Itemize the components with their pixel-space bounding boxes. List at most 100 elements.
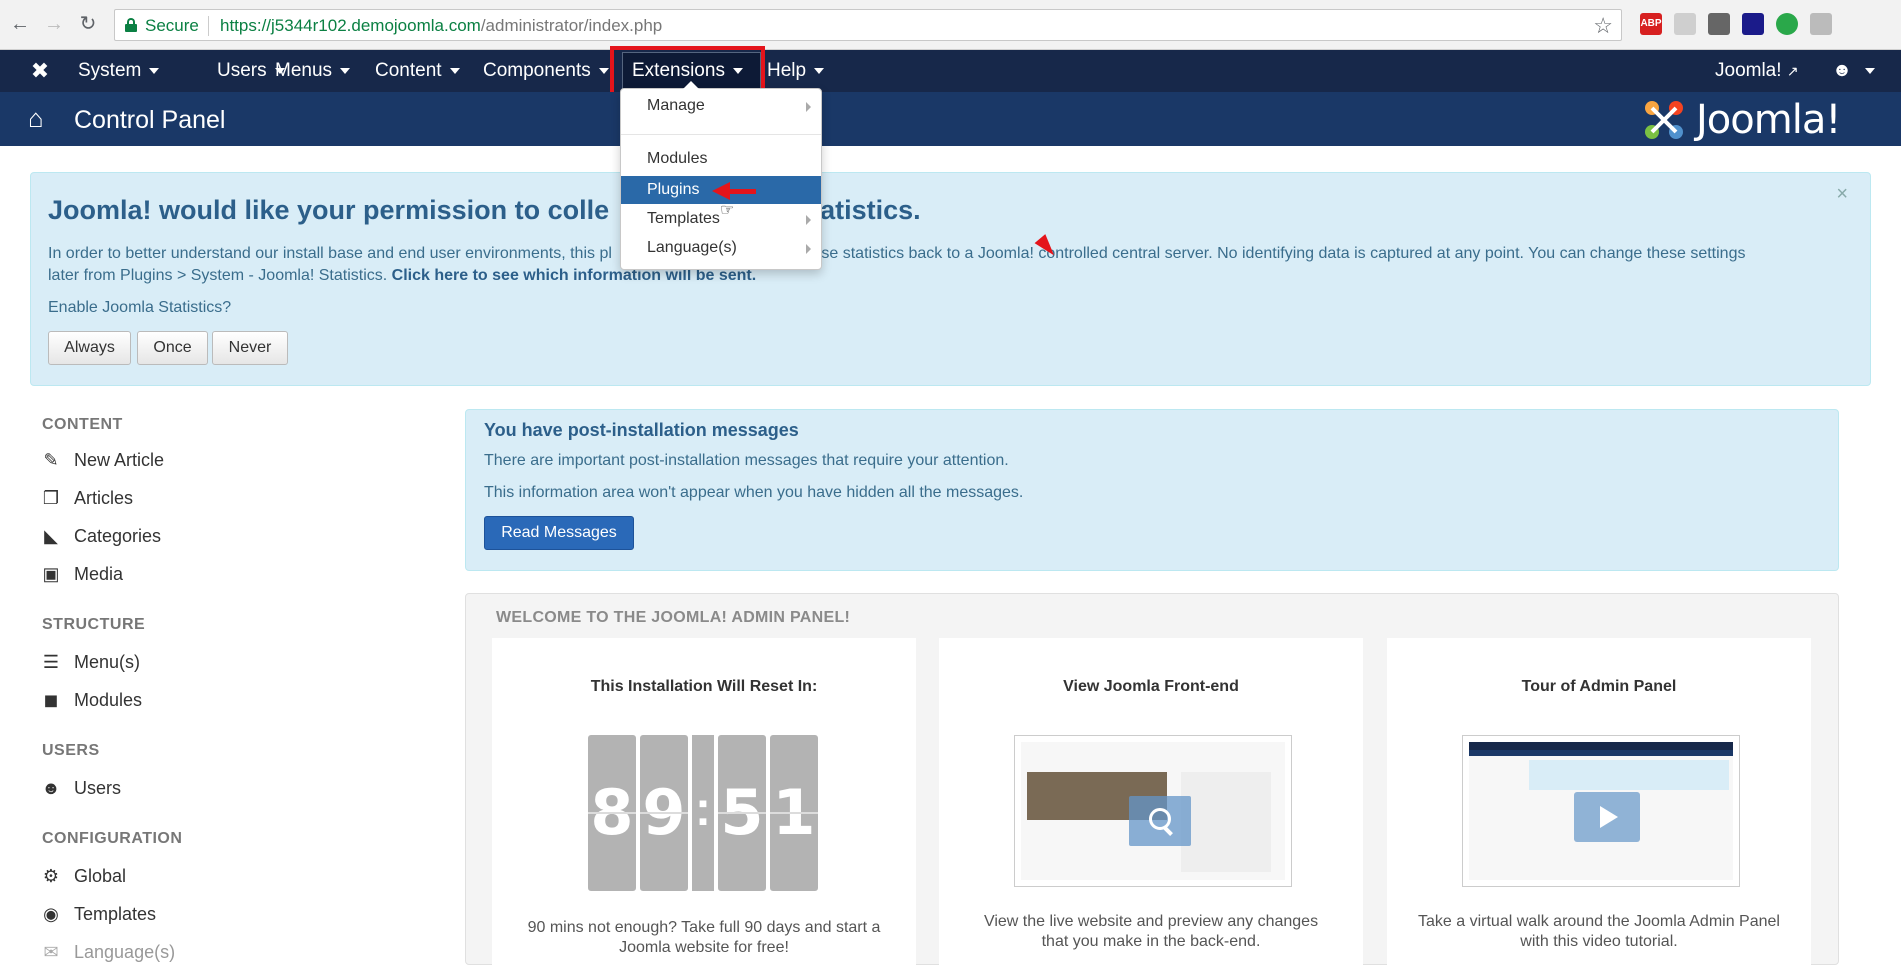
countdown-digit: 8 [588,735,636,891]
cube-icon: ◼ [43,690,59,710]
hand-cursor-icon: ☞ [720,202,735,219]
tour-card[interactable]: Tour of Admin Panel Take a virtual walk … [1387,638,1811,965]
menu-label: System [78,60,142,81]
page-header: ⌂ Control Panel Joomla! [0,92,1901,146]
statistics-alert: Joomla! would like your permission to co… [30,172,1871,386]
close-icon[interactable]: × [1836,183,1848,206]
sidebar-item-languages[interactable]: ✉ Language(s) [40,942,175,965]
browser-toolbar: ← → ↻ Secure https://j5344r102.demojooml… [0,0,1901,50]
card-text: Take a virtual walk around the Joomla Ad… [1418,913,1780,950]
sidebar-item-modules[interactable]: ◼ Modules [40,690,143,716]
extension-icon[interactable] [1810,13,1832,35]
alert-body-right: nd those statistics back to a Joomla! co… [776,245,1746,262]
alert-title-left: Joomla! would like your permission to co… [48,195,610,225]
annotation-arrow [712,182,756,200]
url-divider [208,16,209,36]
url-text[interactable]: https://j5344r102.demojoomla.com/adminis… [220,16,662,36]
dropdown-item-modules[interactable]: Modules [621,145,821,173]
url-scheme: https:// [220,16,272,35]
back-icon[interactable]: ← [8,12,32,36]
caret-down-icon [598,67,609,74]
list-icon: ☰ [42,652,60,672]
dropdown-item-label: Templates [647,210,720,227]
brand-logo: Joomla! [1640,97,1870,143]
read-messages-button[interactable]: Read Messages [484,516,634,550]
forward-icon[interactable]: → [42,12,66,36]
menu-label: Users [217,60,267,81]
sidebar-item-categories[interactable]: ◣ Categories [40,526,161,552]
caret-right-icon [806,215,811,225]
tour-video-thumbnail[interactable] [1462,735,1740,887]
dropdown-item-languages[interactable]: Language(s) [621,234,821,262]
dropdown-item-manage[interactable]: Manage [621,92,821,120]
menu-components[interactable]: Components [483,60,609,82]
copy-icon: ❐ [42,488,60,508]
card-text: 90 mins not enough? Take full 90 days an… [527,919,881,956]
countdown-digit: 1 [770,735,818,891]
sidebar-item-label: New Article [74,450,165,470]
caret-down-icon [814,67,825,74]
sidebar-item-menus[interactable]: ☰ Menu(s) [40,652,140,678]
address-bar[interactable]: Secure https://j5344r102.demojoomla.com/… [114,9,1622,41]
menu-system[interactable]: System [78,60,160,82]
caret-down-icon [340,67,351,74]
image-icon: ▣ [42,564,60,584]
sidebar-item-global[interactable]: ⚙ Global [40,866,126,892]
extensions-dropdown: Manage Modules Plugins Templates Languag… [620,81,822,270]
card-text: View the live website and preview any ch… [983,913,1319,950]
alert-body-left: In order to better understand our instal… [48,245,612,262]
extension-icon[interactable] [1708,13,1730,35]
menu-label: Menus [275,60,333,81]
joomla-logo-icon[interactable]: ✖ [28,59,52,83]
site-link-label: Joomla! [1715,60,1782,81]
sidebar-heading: CONTENT [42,416,123,433]
frontend-thumbnail[interactable] [1014,735,1292,887]
sidebar-item-label: Modules [74,690,143,710]
sidebar-item-media[interactable]: ▣ Media [40,564,123,590]
once-button[interactable]: Once [137,331,208,365]
menu-menus[interactable]: Menus [275,60,351,82]
sidebar-item-label: Global [74,866,127,886]
always-button[interactable]: Always [48,331,131,365]
admin-menu-bar: ✖ System Users Menus Content Components … [0,50,1901,92]
sidebar-item-articles[interactable]: ❐ Articles [40,488,133,514]
dropdown-item-label: Language(s) [647,239,737,256]
user-menu[interactable]: ☻ [1832,60,1876,82]
menu-help[interactable]: Help [767,60,825,82]
sidebar-item-label: Users [74,778,122,798]
gear-icon: ⚙ [42,866,60,886]
lock-icon [125,18,137,32]
bookmark-star-icon[interactable]: ☆ [1593,13,1613,39]
dropdown-item-label: Plugins [647,181,700,198]
card-title: View Joomla Front-end [1063,678,1239,695]
secure-label: Secure [145,16,199,35]
post-install-alert: You have post-installation messages Ther… [465,409,1839,571]
pencil-icon: ✎ [43,450,59,470]
welcome-panel: WELCOME TO THE JOOMLA! ADMIN PANEL! This… [465,593,1839,965]
extension-icon[interactable] [1776,13,1798,35]
adblock-icon[interactable]: ABP [1640,13,1662,35]
sidebar-item-label: Language(s) [74,942,176,962]
site-link[interactable]: Joomla! ↗ [1715,60,1799,82]
frontend-card[interactable]: View Joomla Front-end View the live webs… [939,638,1363,965]
dropdown-item-label: Modules [647,150,708,167]
sidebar-item-templates[interactable]: ◉ Templates [40,904,156,930]
user-icon: ☻ [1832,60,1852,81]
stats-question: Enable Joomla Statistics? [48,299,232,316]
play-icon [1574,792,1640,842]
extension-icon[interactable] [1742,13,1764,35]
sidebar-item-users[interactable]: ☻ Users [40,778,122,804]
user-icon: ☻ [41,778,61,798]
sidebar-heading: CONFIGURATION [42,830,183,847]
site-preview-image [1021,742,1285,880]
external-link-icon: ↗ [1786,63,1799,79]
extension-icon[interactable] [1674,13,1696,35]
preview-navbar [1469,742,1733,750]
preview-header [1469,750,1733,756]
menu-content[interactable]: Content [375,60,460,82]
reload-icon[interactable]: ↻ [76,12,100,36]
never-button[interactable]: Never [212,331,288,365]
joomla-brand-icon [1645,101,1683,139]
post-install-line: There are important post-installation me… [484,452,1009,469]
sidebar-item-new-article[interactable]: ✎ New Article [40,450,164,476]
